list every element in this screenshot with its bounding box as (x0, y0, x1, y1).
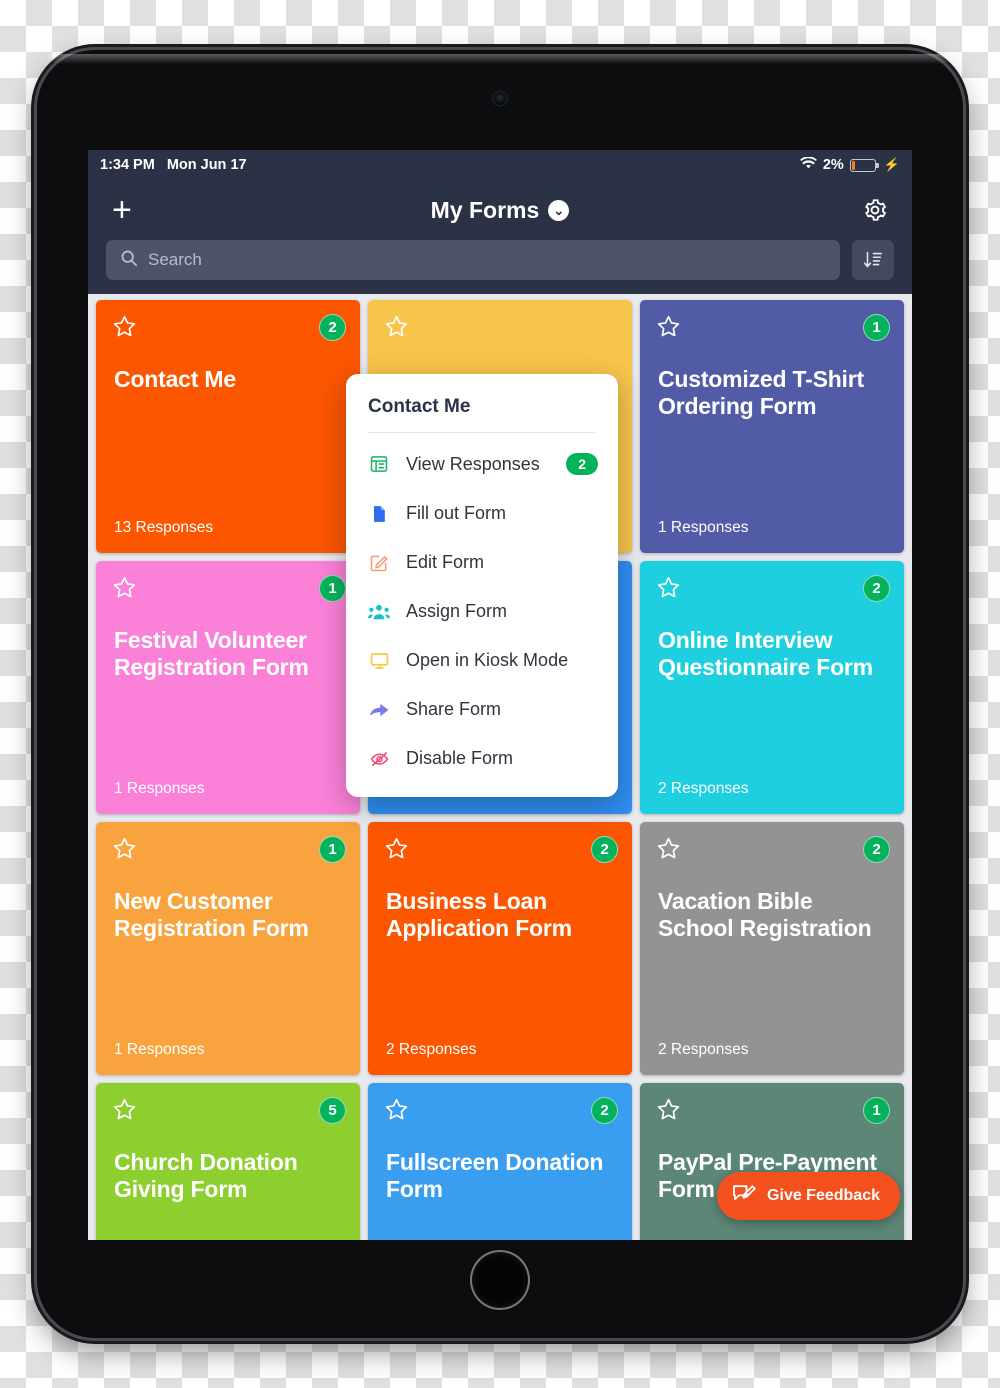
response-badge: 2 (863, 836, 890, 863)
divider (368, 432, 596, 433)
response-badge: 1 (319, 836, 346, 863)
response-badge: 5 (319, 1097, 346, 1124)
give-feedback-button[interactable]: Give Feedback (717, 1172, 900, 1220)
star-outline-icon[interactable] (112, 1097, 137, 1127)
response-badge: 2 (863, 575, 890, 602)
share-arrow-icon (368, 700, 390, 720)
edit-pencil-square-icon (368, 553, 390, 573)
battery-percent: 2% (822, 157, 844, 173)
monitor-icon (368, 651, 390, 671)
status-bar: 1:34 PM Mon Jun 17 2% ⚡ (88, 150, 912, 180)
form-response-count: 2 Responses (658, 1041, 749, 1058)
form-title: Vacation Bible School Registration (658, 888, 872, 942)
menu-item-label: View Responses (406, 453, 540, 474)
form-title: Festival Volunteer Registration Form (114, 627, 309, 681)
star-outline-icon[interactable] (384, 314, 409, 344)
form-title: Contact Me (114, 366, 236, 392)
home-button[interactable] (470, 1250, 530, 1310)
menu-item-share-form[interactable]: Share Form (346, 685, 618, 734)
menu-item-disable-form[interactable]: Disable Form (346, 734, 618, 783)
star-outline-icon[interactable] (112, 314, 137, 344)
document-icon (368, 504, 390, 524)
table-grid-icon (368, 454, 390, 474)
form-card[interactable]: 1 Festival Volunteer Registration Form 1… (96, 561, 360, 814)
context-menu-title: Contact Me (368, 396, 471, 417)
star-outline-icon[interactable] (384, 836, 409, 866)
search-row (88, 240, 912, 294)
battery-icon (849, 158, 879, 172)
star-outline-icon[interactable] (656, 836, 681, 866)
star-outline-icon[interactable] (656, 575, 681, 605)
response-badge: 1 (863, 1097, 890, 1124)
page-title: My Forms ⌄ (88, 197, 912, 224)
form-response-count: 1 Responses (114, 780, 205, 797)
form-card[interactable]: 2 Online Interview Questionnaire Form 2 … (640, 561, 904, 814)
front-camera (493, 92, 507, 105)
menu-item-fill-out-form[interactable]: Fill out Form (346, 489, 618, 538)
form-response-count: 1 Responses (658, 519, 749, 536)
give-feedback-label: Give Feedback (767, 1187, 880, 1204)
menu-item-label: Disable Form (406, 748, 514, 768)
ipad-screen: 1:34 PM Mon Jun 17 2% ⚡ + My Forms ⌄ Sea… (88, 150, 912, 1240)
search-field-container[interactable] (106, 240, 840, 280)
star-outline-icon[interactable] (112, 575, 137, 605)
status-date: Mon Jun 17 (166, 157, 247, 173)
feedback-pencil-icon (731, 1182, 757, 1211)
menu-item-open-in-kiosk-mode[interactable]: Open in Kiosk Mode (346, 636, 618, 685)
response-badge: 1 (863, 314, 890, 341)
eye-slash-icon (368, 749, 390, 769)
sort-button[interactable] (852, 240, 894, 280)
form-title: Online Interview Questionnaire Form (658, 627, 873, 681)
response-badge: 2 (591, 1097, 618, 1124)
response-badge: 2 (319, 314, 346, 341)
form-card[interactable]: 2 Vacation Bible School Registration 2 R… (640, 822, 904, 1075)
menu-item-label: Open in Kiosk Mode (406, 650, 569, 670)
form-card[interactable]: 5 Church Donation Giving Form (96, 1083, 360, 1240)
form-title: New Customer Registration Form (114, 888, 309, 942)
form-card[interactable]: 2 Contact Me 13 Responses (96, 300, 360, 553)
menu-item-label: Fill out Form (406, 503, 507, 523)
form-card[interactable]: 2 Business Loan Application Form 2 Respo… (368, 822, 632, 1075)
wifi-icon (799, 155, 817, 174)
add-form-button[interactable]: + (112, 193, 132, 227)
search-icon (120, 249, 138, 272)
menu-item-view-responses[interactable]: View Responses 2 (346, 439, 618, 489)
form-title: Customized T-Shirt Ordering Form (658, 366, 864, 420)
status-time: 1:34 PM (100, 157, 155, 173)
form-response-count: 2 Responses (386, 1041, 477, 1058)
page-title-label: My Forms (430, 196, 540, 223)
form-response-count: 13 Responses (114, 519, 214, 536)
star-outline-icon[interactable] (656, 1097, 681, 1127)
lightning-bolt-icon: ⚡ (883, 157, 900, 172)
form-title: Fullscreen Donation Form (386, 1149, 604, 1203)
search-input[interactable] (148, 250, 826, 270)
menu-item-assign-form[interactable]: Assign Form (346, 587, 618, 636)
response-badge: 2 (591, 836, 618, 863)
people-group-icon (368, 602, 390, 622)
navigation-bar: + My Forms ⌄ (88, 180, 912, 240)
menu-item-edit-form[interactable]: Edit Form (346, 538, 618, 587)
form-context-menu: Contact Me View Responses 2 Fill out For… (346, 374, 618, 797)
ipad-device-frame: 1:34 PM Mon Jun 17 2% ⚡ + My Forms ⌄ Sea… (37, 50, 963, 1338)
form-card[interactable]: 2 Fullscreen Donation Form (368, 1083, 632, 1240)
form-title: Church Donation Giving Form (114, 1149, 298, 1203)
menu-item-label: Edit Form (406, 552, 485, 572)
form-card[interactable]: 1 New Customer Registration Form 1 Respo… (96, 822, 360, 1075)
star-outline-icon[interactable] (656, 314, 681, 344)
form-title: Business Loan Application Form (386, 888, 572, 942)
response-badge: 1 (319, 575, 346, 602)
chevron-down-icon[interactable]: ⌄ (548, 199, 570, 221)
star-outline-icon[interactable] (112, 836, 137, 866)
menu-item-badge: 2 (566, 453, 598, 475)
form-response-count: 2 Responses (658, 780, 749, 797)
menu-item-label: Assign Form (406, 601, 508, 621)
form-response-count: 1 Responses (114, 1041, 205, 1058)
menu-item-label: Share Form (406, 699, 502, 719)
form-card[interactable]: 1 Customized T-Shirt Ordering Form 1 Res… (640, 300, 904, 553)
star-outline-icon[interactable] (384, 1097, 409, 1127)
settings-button[interactable] (862, 197, 888, 223)
